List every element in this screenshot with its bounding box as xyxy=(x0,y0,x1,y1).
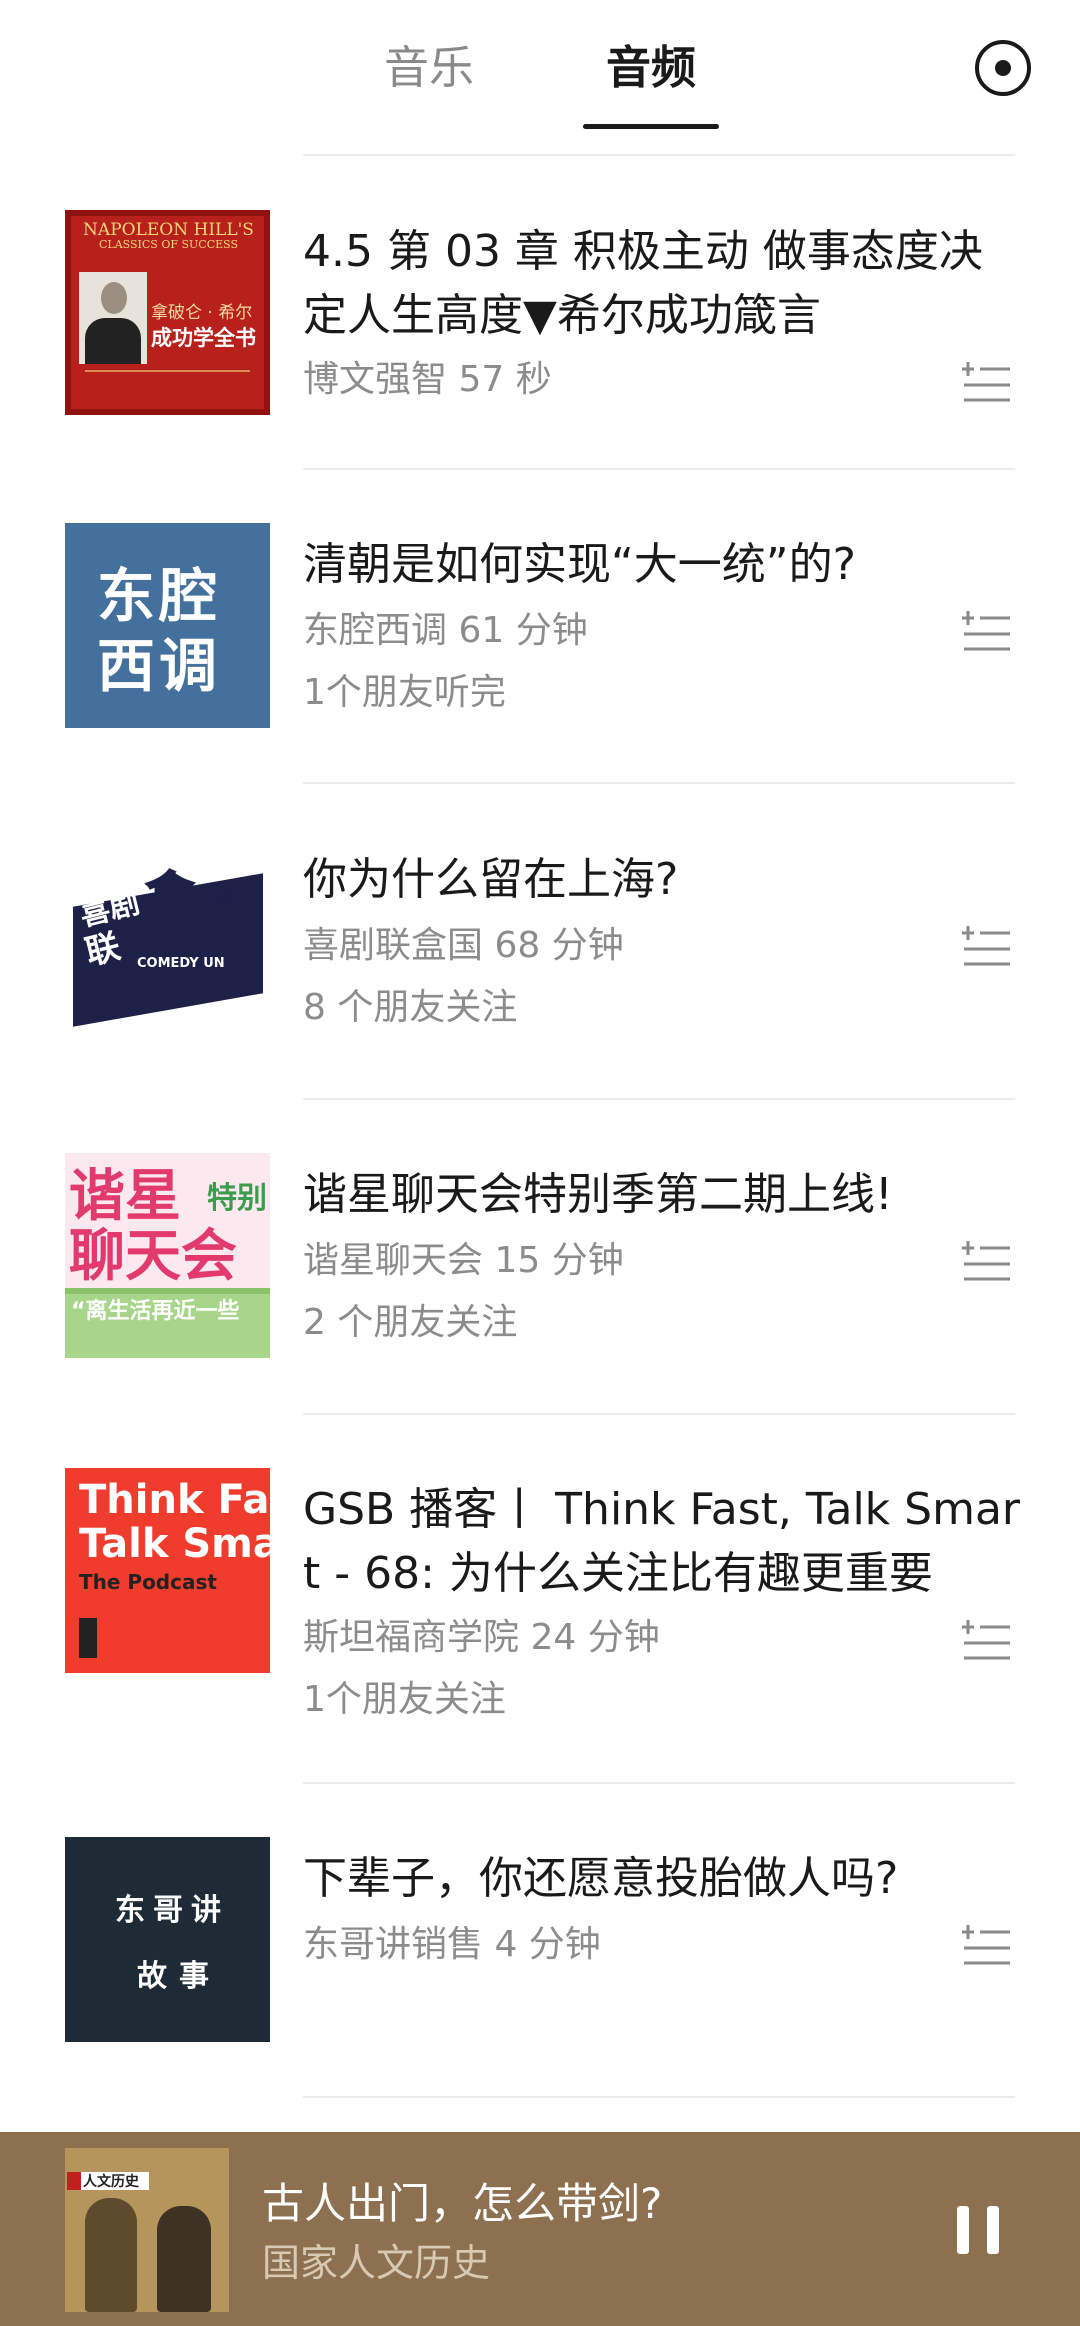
cover-text: NAPOLEON HILL'S xyxy=(83,220,254,240)
divider xyxy=(303,468,1015,470)
cover-text: Talk Sma xyxy=(79,1521,270,1567)
cover-text: 谐星 xyxy=(69,1164,181,1229)
target-icon xyxy=(995,60,1011,76)
friend-activity: 8 个朋友关注 xyxy=(303,987,518,1028)
tab-music[interactable]: 音乐 xyxy=(384,40,474,96)
divider xyxy=(303,1413,1015,1415)
add-to-playlist-icon[interactable] xyxy=(962,607,1012,653)
episode-title: 你为什么留在上海? xyxy=(303,854,679,905)
add-to-playlist-icon[interactable] xyxy=(962,1616,1012,1662)
episode-cover: 谐星 聊天会 特别 “离生活再近一些 xyxy=(65,1153,270,1358)
episode-cover: 东哥讲 故事 xyxy=(65,1837,270,2042)
episode-cover: 东腔 西调 xyxy=(65,523,270,728)
cover-text: Think Fas xyxy=(79,1477,270,1523)
divider xyxy=(303,1782,1015,1784)
record-target-button[interactable] xyxy=(975,40,1031,96)
cover-text: 成功学全书 xyxy=(151,326,256,350)
episode-meta: 东哥讲销售 4 分钟 xyxy=(303,1924,601,1965)
cover-text: The Podcast xyxy=(79,1570,217,1594)
cover-text: 东腔 西调 xyxy=(97,562,222,700)
divider xyxy=(303,154,1015,156)
episode-meta: 博文强智 57 秒 xyxy=(303,359,552,400)
episode-title: 下辈子，你还愿意投胎做人吗? xyxy=(303,1853,899,1904)
episode-title: 4.5 第 03 章 积极主动 做事态度决 定人生高度▼希尔成功箴言 xyxy=(303,226,983,341)
episode-title: GSB 播客丨 Think Fast, Talk Smar t - 68: 为什… xyxy=(303,1484,1020,1599)
add-to-playlist-icon[interactable] xyxy=(962,922,1012,968)
episode-cover: Think Fas Talk Sma The Podcast xyxy=(65,1468,270,1673)
tab-audio[interactable]: 音频 xyxy=(606,40,696,96)
now-playing-title: 古人出门，怎么带剑? xyxy=(262,2179,663,2228)
cover-text: 特别 xyxy=(207,1181,267,1216)
episode-meta: 东腔西调 61 分钟 xyxy=(303,610,588,651)
add-to-playlist-icon[interactable] xyxy=(962,1237,1012,1283)
top-tab-bar: 音乐 音频 xyxy=(0,0,1080,140)
portrait-image xyxy=(79,272,147,364)
friend-activity: 1个朋友听完 xyxy=(303,672,506,713)
episode-title: 清朝是如何实现“大一统”的? xyxy=(303,539,856,590)
episode-cover: 喜剧 联 盒 国 COMEDY UN xyxy=(65,838,270,1043)
friend-activity: 1个朋友关注 xyxy=(303,1679,506,1720)
add-to-playlist-icon[interactable] xyxy=(962,358,1012,404)
now-playing-source: 国家人文历史 xyxy=(262,2241,491,2285)
add-to-playlist-icon[interactable] xyxy=(962,1921,1012,1967)
divider xyxy=(303,782,1015,784)
mini-player[interactable]: 人文历史 古人出门，怎么带剑? 国家人文历史 xyxy=(0,2132,1080,2326)
episode-title: 谐星聊天会特别季第二期上线! xyxy=(303,1169,893,1220)
divider xyxy=(303,1098,1015,1100)
cover-text: 盒 xyxy=(146,866,195,923)
episode-meta: 喜剧联盒国 68 分钟 xyxy=(303,925,624,966)
episode-meta: 斯坦福商学院 24 分钟 xyxy=(303,1617,660,1658)
pause-button[interactable] xyxy=(955,2206,1001,2254)
cover-text: 故事 xyxy=(137,1959,221,1994)
cover-text: 东哥讲 xyxy=(115,1893,229,1928)
stanford-logo-icon xyxy=(79,1618,97,1658)
active-tab-indicator xyxy=(583,124,719,129)
pause-icon xyxy=(987,2206,999,2254)
cover-text: 聊天会 xyxy=(69,1224,237,1289)
cover-text: 拿破仑 · 希尔 xyxy=(151,303,253,323)
cover-text: CLASSICS OF SUCCESS xyxy=(98,238,239,251)
pause-icon xyxy=(957,2206,969,2254)
cover-text: COMEDY UN xyxy=(137,956,225,971)
friend-activity: 2 个朋友关注 xyxy=(303,1302,518,1343)
now-playing-cover: 人文历史 xyxy=(65,2148,229,2312)
cover-text: “离生活再近一些 xyxy=(71,1299,240,1324)
episode-cover: NAPOLEON HILL'S CLASSICS OF SUCCESS 拿破仑 … xyxy=(65,210,270,415)
divider xyxy=(303,2096,1015,2098)
cover-text: 国 xyxy=(213,886,236,911)
episode-meta: 谐星聊天会 15 分钟 xyxy=(303,1240,624,1281)
cover-text: 人文历史 xyxy=(83,2174,139,2190)
